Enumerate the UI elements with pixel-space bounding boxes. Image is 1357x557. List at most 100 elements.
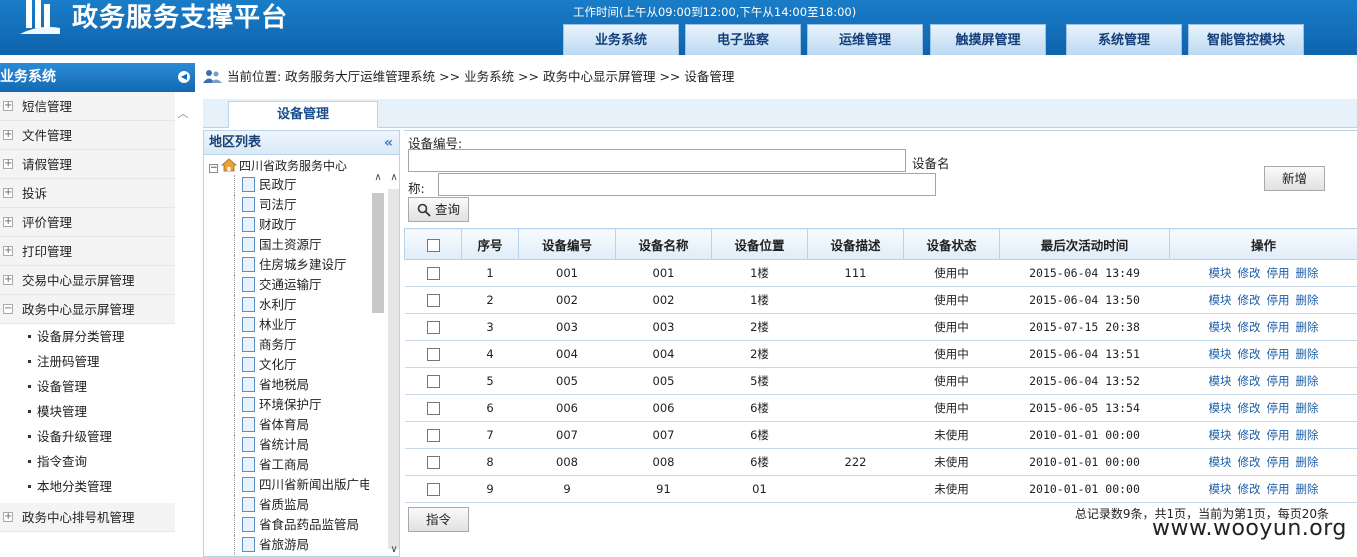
- tree-node[interactable]: 省体育局: [209, 415, 369, 435]
- delete-link[interactable]: 删除: [1296, 482, 1319, 496]
- row-checkbox[interactable]: [426, 267, 440, 280]
- delete-link[interactable]: 删除: [1296, 347, 1319, 361]
- delete-link[interactable]: 删除: [1296, 455, 1319, 469]
- disable-link[interactable]: 停用: [1267, 320, 1290, 334]
- sidebar-item-files[interactable]: + 文件管理: [0, 121, 175, 150]
- sidebar-subitem-upgrade[interactable]: 设备升级管理: [0, 424, 175, 449]
- expand-icon[interactable]: +: [3, 188, 13, 198]
- sidebar-item-queue-machine[interactable]: + 政务中心排号机管理: [0, 503, 175, 532]
- row-checkbox[interactable]: [426, 321, 440, 334]
- delete-link[interactable]: 删除: [1296, 428, 1319, 442]
- sidebar-subitem-screen-category[interactable]: 设备屏分类管理: [0, 324, 175, 349]
- row-checkbox[interactable]: [426, 402, 440, 415]
- row-checkbox[interactable]: [426, 429, 440, 442]
- sidebar-item-print[interactable]: + 打印管理: [0, 237, 175, 266]
- sidebar-subitem-device[interactable]: 设备管理: [0, 374, 175, 399]
- delete-link[interactable]: 删除: [1296, 401, 1319, 415]
- delete-link[interactable]: 删除: [1296, 266, 1319, 280]
- tree-node[interactable]: 司法厅: [209, 195, 369, 215]
- expand-icon[interactable]: +: [3, 512, 13, 522]
- nav-tab-touchscreen[interactable]: 触摸屏管理: [930, 24, 1046, 55]
- row-checkbox[interactable]: [426, 348, 440, 361]
- tree-node[interactable]: 商务厅: [209, 335, 369, 355]
- delete-link[interactable]: 删除: [1296, 293, 1319, 307]
- sidebar-item-leave[interactable]: + 请假管理: [0, 150, 175, 179]
- scroll-down-icon[interactable]: ∨: [387, 543, 399, 556]
- disable-link[interactable]: 停用: [1267, 428, 1290, 442]
- nav-tab-system[interactable]: 系统管理: [1066, 24, 1182, 55]
- module-link[interactable]: 模块: [1209, 374, 1232, 388]
- module-link[interactable]: 模块: [1209, 401, 1232, 415]
- module-link[interactable]: 模块: [1209, 347, 1232, 361]
- edit-link[interactable]: 修改: [1238, 428, 1261, 442]
- tree-scrollbar-outer[interactable]: ∧ ∨: [387, 171, 399, 556]
- row-checkbox[interactable]: [426, 375, 440, 388]
- sidebar-item-gov-display[interactable]: − 政务中心显示屏管理: [0, 295, 175, 324]
- sidebar-subitem-register-code[interactable]: 注册码管理: [0, 349, 175, 374]
- disable-link[interactable]: 停用: [1267, 482, 1290, 496]
- select-all-checkbox[interactable]: [426, 238, 440, 252]
- expand-icon[interactable]: +: [3, 101, 13, 111]
- disable-link[interactable]: 停用: [1267, 455, 1290, 469]
- disable-link[interactable]: 停用: [1267, 266, 1290, 280]
- scroll-track[interactable]: [388, 189, 399, 549]
- edit-link[interactable]: 修改: [1238, 347, 1261, 361]
- scroll-up-icon[interactable]: ∧: [371, 171, 385, 185]
- tree-node[interactable]: 住房城乡建设厅: [209, 255, 369, 275]
- nav-tab-e-supervision[interactable]: 电子监察: [685, 24, 801, 55]
- add-button[interactable]: 新增: [1264, 166, 1325, 191]
- row-checkbox[interactable]: [426, 456, 440, 469]
- row-checkbox[interactable]: [426, 294, 440, 307]
- tree-node[interactable]: 省统计局: [209, 435, 369, 455]
- collapse-icon[interactable]: −: [3, 304, 13, 314]
- expand-icon[interactable]: +: [3, 246, 13, 256]
- device-name-input[interactable]: [438, 173, 936, 196]
- delete-link[interactable]: 删除: [1296, 374, 1319, 388]
- delete-link[interactable]: 删除: [1296, 320, 1319, 334]
- module-link[interactable]: 模块: [1209, 266, 1232, 280]
- sidebar-item-sms[interactable]: + 短信管理: [0, 92, 175, 121]
- tree-node[interactable]: 省质监局: [209, 495, 369, 515]
- disable-link[interactable]: 停用: [1267, 293, 1290, 307]
- command-button[interactable]: 指令: [408, 507, 469, 532]
- tree-scrollbar[interactable]: ∧: [371, 171, 385, 556]
- tree-node[interactable]: 林业厅: [209, 315, 369, 335]
- expand-icon[interactable]: +: [3, 275, 13, 285]
- module-link[interactable]: 模块: [1209, 455, 1232, 469]
- disable-link[interactable]: 停用: [1267, 347, 1290, 361]
- expand-icon[interactable]: +: [3, 217, 13, 227]
- scroll-up-icon[interactable]: ∧: [387, 171, 399, 185]
- tab-device-management[interactable]: 设备管理: [228, 101, 378, 128]
- module-link[interactable]: 模块: [1209, 320, 1232, 334]
- edit-link[interactable]: 修改: [1238, 401, 1261, 415]
- edit-link[interactable]: 修改: [1238, 266, 1261, 280]
- tree-node[interactable]: 省工商局: [209, 455, 369, 475]
- tree-node[interactable]: 财政厅: [209, 215, 369, 235]
- scroll-thumb[interactable]: [372, 193, 384, 313]
- nav-tab-smart-control[interactable]: 智能管控模块: [1188, 24, 1304, 55]
- disable-link[interactable]: 停用: [1267, 401, 1290, 415]
- sidebar-item-trade-display[interactable]: + 交易中心显示屏管理: [0, 266, 175, 295]
- tree-node[interactable]: 省旅游局: [209, 535, 369, 555]
- sidebar-item-evaluation[interactable]: + 评价管理: [0, 208, 175, 237]
- disable-link[interactable]: 停用: [1267, 374, 1290, 388]
- edit-link[interactable]: 修改: [1238, 482, 1261, 496]
- query-button[interactable]: 查询: [408, 197, 469, 222]
- nav-tab-business[interactable]: 业务系统: [563, 24, 679, 55]
- expand-icon[interactable]: +: [3, 159, 13, 169]
- sidebar-subitem-local-category[interactable]: 本地分类管理: [0, 474, 175, 499]
- edit-link[interactable]: 修改: [1238, 374, 1261, 388]
- tree-collapse-icon[interactable]: −: [209, 164, 218, 173]
- sidebar-item-complaint[interactable]: + 投诉: [0, 179, 175, 208]
- tree-node[interactable]: 省食品药品监管局: [209, 515, 369, 535]
- edit-link[interactable]: 修改: [1238, 293, 1261, 307]
- device-no-input[interactable]: [408, 149, 906, 172]
- tree-node[interactable]: 省地税局: [209, 375, 369, 395]
- nav-tab-ops[interactable]: 运维管理: [807, 24, 923, 55]
- module-link[interactable]: 模块: [1209, 293, 1232, 307]
- double-chevron-left-icon[interactable]: «: [384, 131, 393, 155]
- edit-link[interactable]: 修改: [1238, 455, 1261, 469]
- tree-node[interactable]: 环境保护厅: [209, 395, 369, 415]
- tree-root[interactable]: − 四川省政务服务中心: [209, 157, 369, 175]
- tree-node[interactable]: 国土资源厅: [209, 235, 369, 255]
